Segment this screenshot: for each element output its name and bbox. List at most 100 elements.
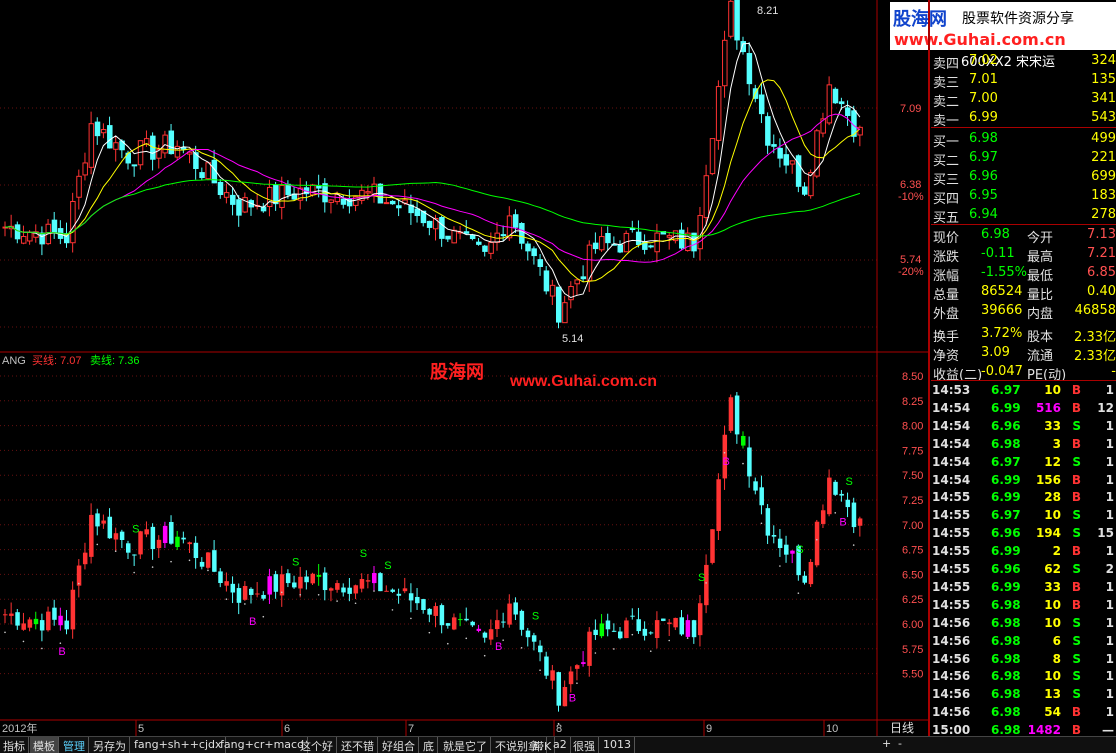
tick-price: 6.96	[991, 562, 1021, 576]
indicator-candle	[562, 686, 568, 707]
indicator-axis-label: 7.25	[902, 495, 923, 507]
tick-count: 1	[1105, 615, 1114, 630]
tick-volume: 62	[1044, 562, 1061, 576]
candle	[599, 236, 605, 251]
indicator-dot	[391, 609, 394, 611]
bid-row: 买五 6.94 278	[931, 206, 1116, 226]
tick-price: 6.96	[991, 418, 1021, 433]
indicator-candle	[667, 622, 672, 625]
candle	[426, 220, 433, 228]
toolbar-tab[interactable]: 底	[420, 737, 438, 753]
toolbar-tab[interactable]: 这个好	[297, 737, 337, 753]
tick-price: 6.99	[991, 490, 1021, 505]
logo-url: www.Guhai.com.cn	[894, 30, 1066, 49]
toolbar-tab[interactable]: fang+sh++cjdx	[131, 737, 226, 753]
indicator-dot	[317, 594, 320, 596]
indicator-candle	[679, 617, 684, 635]
toolbar-tab[interactable]: 很强	[570, 737, 599, 753]
indicator-candle	[58, 615, 63, 626]
tick-row: 14:56 6.98 6 S 1	[931, 633, 1116, 651]
stat-value: -0.047	[981, 364, 1023, 379]
tick-row: 14:55 6.99 28 B 1	[931, 489, 1116, 507]
tick-time: 15:00	[932, 723, 971, 738]
tick-volume: 516	[1035, 400, 1061, 415]
zoom-out-button[interactable]: -	[898, 737, 902, 750]
stat-row: 现价 6.98 今开 7.13	[931, 226, 1116, 246]
candle	[832, 88, 839, 104]
price-axis-pct: -10%	[898, 191, 924, 203]
toolbar-tab[interactable]: 模板	[30, 737, 59, 753]
bid-volume: 499	[1091, 131, 1116, 146]
candle	[396, 205, 402, 209]
indicator-candle	[851, 502, 857, 528]
sell-marker: S	[360, 548, 367, 560]
tick-count: 1	[1105, 687, 1114, 702]
tick-side: S	[1072, 418, 1081, 433]
tick-volume: 8	[1052, 651, 1061, 666]
buy-marker: B	[723, 456, 730, 468]
tick-volume: 2	[1052, 544, 1061, 559]
chart-area[interactable]: BSBSSSBSBSBSSB 8.21 5.14 7.09 6.38 -10% …	[0, 0, 930, 736]
indicator-candle	[820, 510, 826, 524]
candle	[445, 235, 451, 240]
toolbar-tab[interactable]: 还不错	[338, 737, 378, 753]
ask-label: 卖三	[933, 76, 960, 91]
indicator-candle	[636, 619, 641, 632]
indicator-candle	[747, 447, 752, 477]
toolbar-tab[interactable]: fang+cr+macd	[217, 737, 309, 753]
toolbar-tab[interactable]: 就是它了	[440, 737, 491, 753]
high-price-label: 8.21	[757, 5, 778, 17]
toolbar-tab[interactable]: 1013	[600, 737, 635, 753]
indicator-candle	[230, 583, 236, 593]
candle	[531, 248, 537, 257]
tick-row: 14:54 6.99 516 B 12	[931, 400, 1116, 418]
indicator-dot	[447, 642, 449, 645]
candle	[648, 245, 654, 248]
buy-marker: B	[569, 692, 576, 704]
candle	[39, 232, 45, 245]
indicator-candle	[605, 620, 611, 630]
indicator-axis-label: 8.00	[902, 421, 923, 433]
tick-price: 6.97	[991, 383, 1021, 397]
date-label: 7	[408, 723, 414, 735]
date-label: 2012年	[2, 721, 37, 735]
toolbar-tab[interactable]: a2	[550, 737, 571, 753]
date-label: 5	[138, 723, 144, 735]
indicator-candle	[181, 537, 186, 540]
indicator-candle	[132, 554, 137, 556]
tick-volume: 10	[1044, 383, 1061, 397]
tick-side: S	[1072, 687, 1081, 702]
indicator-candle	[162, 525, 168, 544]
sell-marker: S	[292, 556, 299, 568]
ask-row: 卖四 7.02 324	[931, 52, 1116, 72]
ask-label: 卖二	[933, 95, 960, 110]
tick-side: S	[1072, 669, 1081, 684]
tick-count: —	[1102, 723, 1114, 738]
indicator-candle	[273, 574, 279, 592]
candle	[162, 134, 168, 154]
period-label[interactable]: 日线	[890, 721, 914, 735]
toolbar-tab[interactable]: 好组合	[379, 737, 419, 753]
stat-value: 6.85	[1087, 265, 1116, 280]
toolbar-tab[interactable]: 另存为	[90, 737, 130, 753]
indicator-axis-label: 7.50	[902, 470, 923, 482]
tick-side: B	[1071, 544, 1081, 559]
tick-count: 15	[1097, 526, 1114, 541]
toolbar-tab[interactable]: 指标	[0, 737, 29, 753]
indicator-candle	[3, 614, 8, 616]
zoom-in-button[interactable]: +	[882, 737, 891, 750]
date-label: 10	[826, 723, 838, 735]
candle	[795, 155, 802, 187]
indicator-dot	[225, 598, 228, 600]
bottom-toolbar: 指标 模板 管理 另存为 fang+sh++cjdx fang+cr+macd 这个好 还不错…	[0, 736, 1116, 753]
toolbar-tab[interactable]: 管理	[60, 737, 89, 753]
indicator-candle	[70, 589, 76, 630]
tick-time: 14:55	[932, 562, 971, 576]
bid-label: 买四	[933, 192, 960, 207]
tick-price: 6.98	[991, 687, 1021, 702]
sell-marker: S	[846, 476, 853, 488]
date-label: 8	[556, 723, 562, 735]
candle	[617, 244, 623, 253]
tick-row: 14:55 6.97 10 S 1	[931, 507, 1116, 525]
indicator-dot	[668, 639, 670, 642]
